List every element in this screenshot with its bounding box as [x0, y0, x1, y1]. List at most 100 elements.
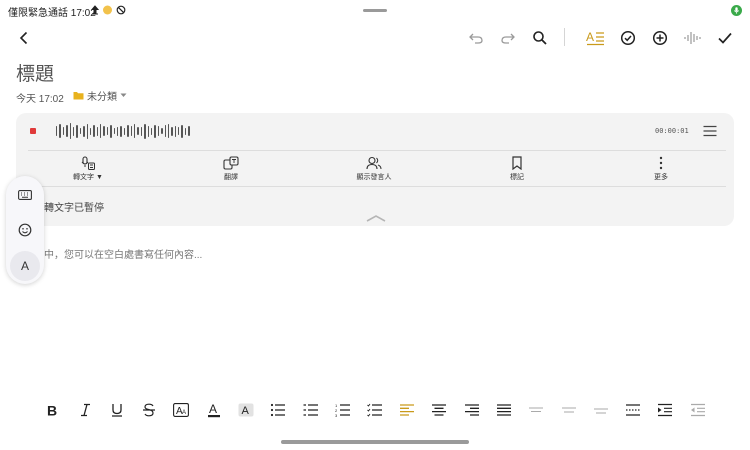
folder-icon	[73, 92, 84, 100]
status-icons	[91, 5, 126, 15]
line-spacing-1-icon	[529, 407, 543, 412]
bookmark-tool[interactable]: 標記	[477, 156, 557, 182]
highlight-button[interactable]: A	[235, 399, 257, 421]
transcribe-tool[interactable]: 轉文字 ▼	[48, 156, 128, 182]
number-list-icon: 123	[335, 403, 350, 417]
waveform-bar	[154, 124, 156, 138]
waveform-bar	[174, 125, 177, 137]
underline-button[interactable]	[106, 399, 128, 421]
folder-selector[interactable]: 未分類	[73, 88, 127, 103]
waveform-bar	[147, 125, 149, 137]
italic-icon	[81, 403, 90, 417]
checkbox-button[interactable]	[616, 26, 640, 50]
line-spacing-3-button[interactable]	[590, 399, 612, 421]
waveform-bar	[93, 125, 95, 137]
more-tool[interactable]: 更多	[621, 156, 701, 182]
waveform-bar	[69, 123, 71, 139]
keyboard-icon	[18, 190, 32, 200]
transcribe-icon	[81, 156, 95, 170]
svg-text:B: B	[47, 403, 57, 417]
search-button[interactable]	[528, 26, 552, 50]
bold-icon: B	[47, 403, 57, 417]
emoji-button[interactable]	[12, 217, 38, 243]
justify-button[interactable]	[493, 399, 515, 421]
translate-tool[interactable]: 翻譯	[191, 156, 271, 182]
line-spacing-3-icon	[594, 408, 608, 414]
done-icon	[718, 32, 732, 44]
waveform-bar	[96, 126, 99, 136]
recording-timer: 00:00:01	[655, 127, 689, 135]
back-button[interactable]	[12, 26, 36, 50]
speakers-icon	[366, 156, 382, 170]
waveform-bar	[140, 126, 143, 136]
divider-button[interactable]	[622, 399, 644, 421]
svg-text:3: 3	[335, 413, 338, 417]
align-center-icon	[432, 404, 446, 416]
align-right-button[interactable]	[461, 399, 483, 421]
waveform-bar	[181, 124, 183, 138]
undo-button[interactable]	[464, 26, 488, 50]
waveform-bar	[164, 125, 166, 137]
waveform-bar	[110, 124, 112, 138]
font-size-button[interactable]: AA	[170, 399, 192, 421]
outdent-button[interactable]	[687, 399, 709, 421]
svg-text:A: A	[242, 405, 250, 417]
italic-button[interactable]	[74, 399, 96, 421]
font-size-icon: AA	[173, 403, 189, 417]
waveform-bar	[83, 125, 85, 137]
waveform-bar	[56, 126, 58, 136]
justify-icon	[497, 404, 511, 416]
waveform-bar	[66, 125, 68, 137]
bold-button[interactable]: B	[41, 399, 63, 421]
align-center-button[interactable]	[428, 399, 450, 421]
chevron-up-icon	[366, 215, 386, 222]
line-spacing-2-button[interactable]	[558, 399, 580, 421]
collapse-card-button[interactable]	[366, 214, 386, 222]
recording-list-button[interactable]	[703, 125, 717, 137]
align-left-icon	[400, 404, 414, 416]
waveform-bar	[130, 126, 132, 136]
home-indicator[interactable]	[281, 440, 469, 444]
keyboard-button[interactable]	[12, 182, 38, 208]
transcribe-label: 轉文字 ▼	[73, 174, 103, 181]
waveform-bar	[86, 123, 88, 139]
waveform-bar	[117, 126, 119, 136]
done-button[interactable]	[713, 26, 737, 50]
indent-button[interactable]	[654, 399, 676, 421]
font-color-button[interactable]: A	[203, 399, 225, 421]
waveform-bar	[120, 125, 122, 137]
svg-text:A: A	[209, 402, 217, 416]
more-icon	[659, 156, 663, 170]
transcription-status: 轉文字已暫停	[44, 203, 104, 214]
indent-icon	[658, 403, 672, 417]
checklist-button[interactable]	[364, 399, 386, 421]
line-spacing-1-button[interactable]	[525, 399, 547, 421]
note-title[interactable]: 標題	[16, 59, 54, 86]
card-divider	[28, 150, 726, 151]
waveform-bar	[127, 125, 129, 137]
audio-waveform	[56, 123, 190, 139]
waveform-bar	[150, 127, 153, 135]
dash-list-button[interactable]	[300, 399, 322, 421]
waveform-bar	[184, 127, 187, 135]
waveform-bar	[106, 127, 109, 135]
handwriting-button[interactable]: A	[10, 251, 40, 281]
back-icon	[19, 31, 28, 45]
strikethrough-button[interactable]	[138, 399, 160, 421]
align-left-button[interactable]	[396, 399, 418, 421]
redo-button[interactable]	[496, 26, 520, 50]
waveform-bar	[89, 127, 92, 135]
highlight-icon: A	[238, 403, 254, 417]
add-icon	[652, 30, 668, 46]
top-drag-handle[interactable]	[363, 9, 387, 12]
record-stop-icon[interactable]	[30, 128, 36, 134]
voice-button[interactable]	[680, 26, 704, 50]
speakers-tool[interactable]: 顯示發言人	[334, 156, 414, 182]
translate-icon	[223, 156, 239, 170]
add-button[interactable]	[648, 26, 672, 50]
bullet-list-button[interactable]	[267, 399, 289, 421]
waveform-bar	[72, 126, 75, 136]
text-style-button[interactable]: A	[584, 26, 608, 50]
note-body-placeholder[interactable]: 中，您可以在空白處書寫任何內容...	[44, 246, 202, 261]
number-list-button[interactable]: 123	[332, 399, 354, 421]
